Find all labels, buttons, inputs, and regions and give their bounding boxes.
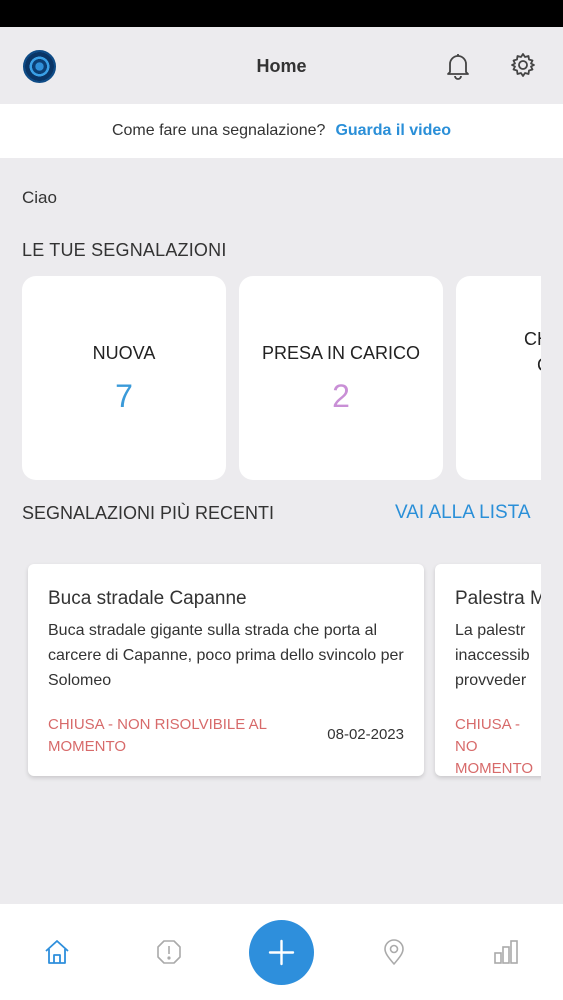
go-to-list-link[interactable]: VAI ALLA LISTA bbox=[395, 502, 531, 524]
alert-icon[interactable] bbox=[155, 938, 183, 966]
status-bar bbox=[0, 0, 563, 27]
status-cards-carousel[interactable]: NUOVA 7 PRESA IN CARICO 2 CHIUSA COM bbox=[0, 276, 541, 480]
status-card-closed[interactable]: CHIUSA COM bbox=[456, 276, 541, 480]
location-icon[interactable] bbox=[380, 938, 408, 966]
report-date: 08-02-2023 bbox=[327, 726, 404, 743]
status-card-new[interactable]: NUOVA 7 bbox=[22, 276, 226, 480]
report-card[interactable]: Buca stradale Capanne Buca stradale giga… bbox=[28, 564, 424, 776]
recent-reports-title: SEGNALAZIONI PIÙ RECENTI bbox=[22, 503, 275, 523]
report-status: CHIUSA - NON RISOLVIBILE AL MOMENTO bbox=[48, 716, 267, 755]
report-status: CHIUSA - NO MOMENTO bbox=[455, 716, 534, 777]
bell-icon[interactable] bbox=[445, 52, 471, 80]
recent-reports-carousel[interactable]: Buca stradale Capanne Buca stradale giga… bbox=[0, 560, 541, 790]
status-card-label: CHIUSA COM bbox=[523, 329, 541, 375]
gear-icon[interactable] bbox=[510, 52, 536, 78]
status-card-count: 2 bbox=[332, 378, 350, 414]
app-header: Home bbox=[0, 27, 563, 104]
page-title: Home bbox=[256, 56, 307, 76]
report-description: Buca stradale gigante sulla strada che p… bbox=[48, 622, 404, 689]
report-card[interactable]: Palestra M La palestr inaccessib provved… bbox=[435, 564, 541, 777]
bottom-nav bbox=[0, 904, 563, 1000]
status-card-in-progress[interactable]: PRESA IN CARICO 2 bbox=[239, 276, 443, 480]
watch-video-link[interactable]: Guarda il video bbox=[335, 122, 451, 140]
report-title: Buca stradale Capanne bbox=[48, 588, 247, 609]
add-report-button[interactable] bbox=[249, 920, 314, 985]
video-help-bar: Come fare una segnalazione? Guarda il vi… bbox=[0, 104, 563, 158]
report-title: Palestra M bbox=[455, 588, 541, 609]
stats-icon[interactable] bbox=[492, 938, 520, 966]
status-card-count: 7 bbox=[115, 378, 133, 414]
report-description: La palestr inaccessib provveder bbox=[455, 622, 530, 689]
status-card-label: NUOVA bbox=[92, 343, 156, 363]
plus-icon bbox=[268, 939, 295, 966]
my-reports-title: LE TUE SEGNALAZIONI bbox=[22, 240, 227, 260]
video-help-question: Come fare una segnalazione? bbox=[111, 122, 326, 139]
greeting: Ciao bbox=[22, 188, 57, 207]
status-card-label: PRESA IN CARICO bbox=[261, 343, 421, 363]
home-icon[interactable] bbox=[43, 938, 71, 966]
